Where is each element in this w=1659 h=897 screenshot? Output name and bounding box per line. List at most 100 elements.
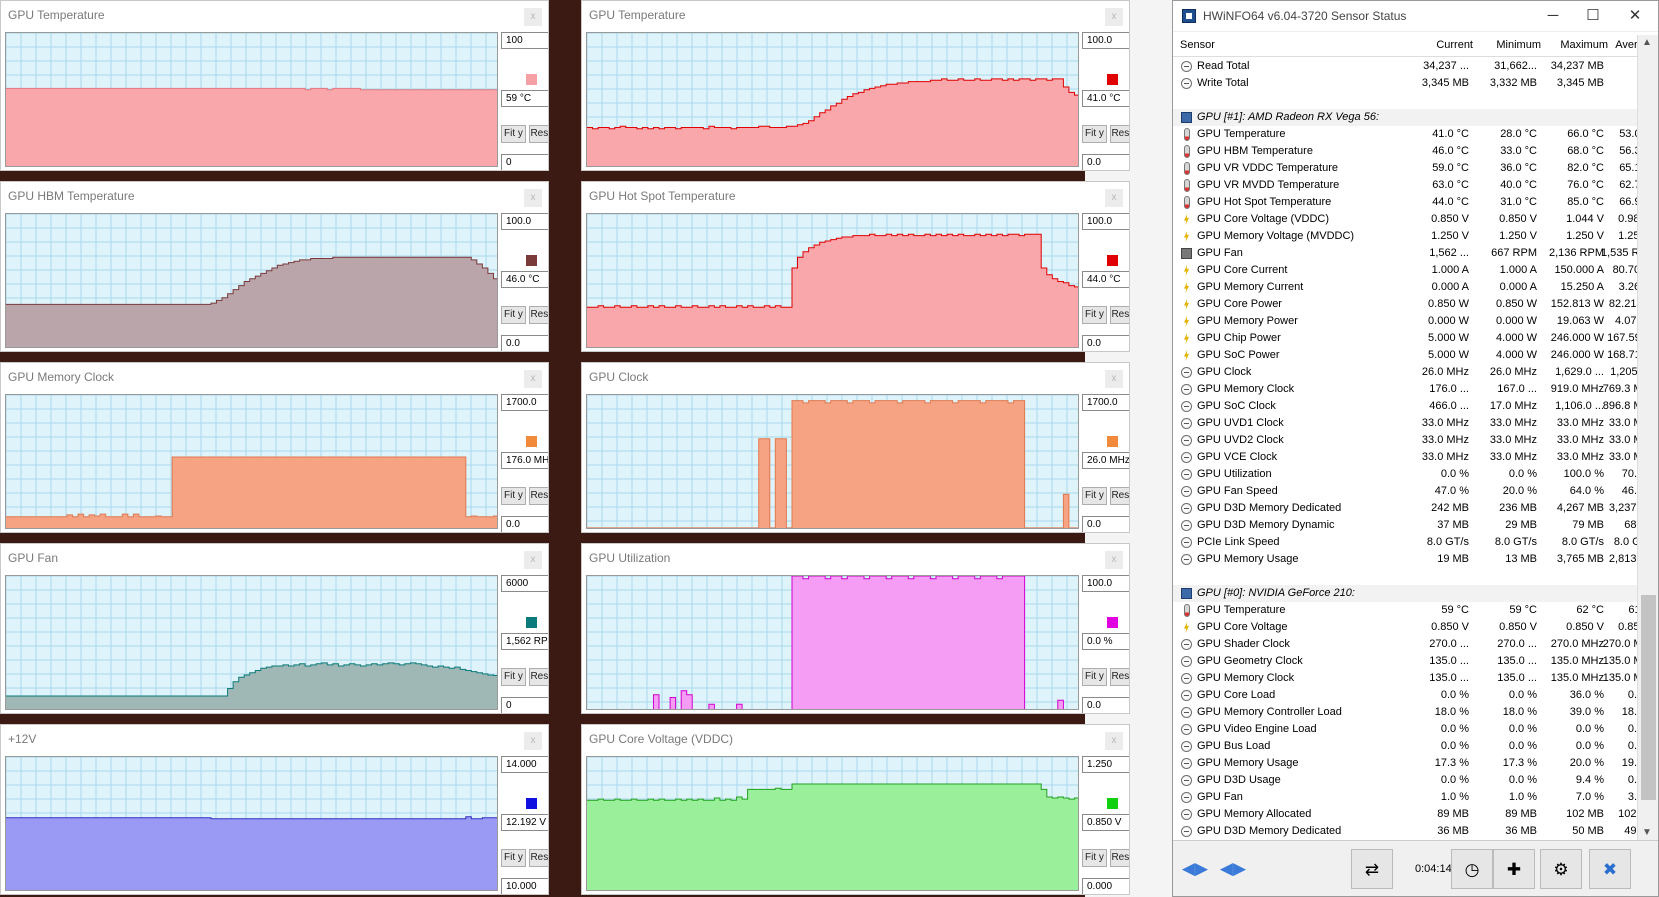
graph-min-value[interactable]: 0.0 [1082,335,1129,351]
reset-button[interactable]: Reset [1110,849,1129,867]
sensor-row[interactable]: GPU Geometry Clock 135.0 ... 135.0 ... 135.… [1173,653,1639,670]
sensor-row[interactable]: GPU HBM Temperature 46.0 °C 33.0 °C 68.0 °C… [1173,143,1639,160]
fit-y-button[interactable]: Fit y [1082,849,1107,867]
scroll-up-icon[interactable]: ▲ [1642,37,1652,48]
graph-max-value[interactable]: 1700.0 [501,394,548,411]
col-sensor[interactable]: Sensor [1180,39,1215,51]
sensor-row[interactable]: GPU Clock 26.0 MHz 26.0 MHz 1,629.0 ... 1,20… [1173,364,1639,381]
fit-y-button[interactable]: Fit y [501,306,526,324]
add-report-button[interactable]: ✚ [1493,849,1535,889]
network-button[interactable]: ⇄ [1351,849,1393,889]
sensor-row[interactable]: GPU VR MVDD Temperature 63.0 °C 40.0 °C 76.… [1173,177,1639,194]
graph-min-value[interactable]: 0 [501,697,548,713]
scrollbar[interactable]: ▲ ▼ [1637,35,1658,840]
sensor-row[interactable] [1173,568,1639,585]
fit-y-button[interactable]: Fit y [501,487,526,505]
graph-close-icon[interactable]: x [1105,732,1123,750]
graph-max-value[interactable]: 6000 [501,575,548,592]
sensor-row[interactable]: GPU Temperature 41.0 °C 28.0 °C 66.0 °C 53.0… [1173,126,1639,143]
maximize-button[interactable]: ☐ [1573,5,1613,27]
sensor-row[interactable] [1173,92,1639,109]
sensor-row[interactable]: GPU Bus Load0.0 %0.0 %0.0 %0.0 % [1173,738,1639,755]
sensor-row[interactable]: GPU Core Voltage (VDDC) 0.850 V 0.850 V 1.0… [1173,211,1639,228]
graph-close-icon[interactable]: x [1105,189,1123,207]
sensor-row[interactable]: GPU Memory Controller Load 18.0 % 18.0 % 39… [1173,704,1639,721]
graph-close-icon[interactable]: x [524,8,542,26]
graph-color-swatch[interactable] [526,617,537,628]
sensor-row[interactable]: GPU Core Load0.0 %0.0 %36.0 %0.4 % [1173,687,1639,704]
close-button[interactable]: ✕ [1615,5,1655,27]
sensor-row[interactable]: GPU D3D Usage0.0 %0.0 %9.4 %0.3 % [1173,772,1639,789]
graph-min-value[interactable]: 0.0 [1082,154,1129,170]
scroll-down-icon[interactable]: ▼ [1642,827,1652,838]
sensor-row[interactable]: GPU Memory Clock 135.0 ... 135.0 ... 135.0 … [1173,670,1639,687]
settings-button[interactable]: ⚙ [1540,849,1582,889]
graph-close-icon[interactable]: x [524,189,542,207]
graph-min-value[interactable]: 0.0 [1082,516,1129,532]
fit-y-button[interactable]: Fit y [1082,668,1107,686]
graph-color-swatch[interactable] [526,436,537,447]
sensor-row[interactable]: GPU Shader Clock 270.0 ... 270.0 ... 270.0 … [1173,636,1639,653]
graph-color-swatch[interactable] [526,255,537,266]
sensor-row[interactable]: GPU Memory Power 0.000 W 0.000 W 19.063 W 4.… [1173,313,1639,330]
graph-color-swatch[interactable] [1107,436,1118,447]
graph-max-value[interactable]: 100.0 [1082,213,1129,230]
graph-close-icon[interactable]: x [524,551,542,569]
sensor-row[interactable]: GPU Memory Usage 19 MB 13 MB 3,765 MB 2,813 … [1173,551,1639,568]
graph-window[interactable]: GPU Utilization x 100.0 0.0 % Fit yReset 0.0 [581,543,1130,714]
graph-window[interactable]: +12V x 14.000 12.192 V Fit yReset 10.000 [0,724,549,895]
sensor-row[interactable]: GPU Memory Allocated 89 MB 89 MB 102 MB 102 … [1173,806,1639,823]
reset-button[interactable]: Reset [1110,487,1129,505]
graph-max-value[interactable]: 100 [501,32,548,49]
graph-color-swatch[interactable] [526,798,537,809]
reset-button[interactable]: Reset [1110,125,1129,143]
sensor-row[interactable]: GPU UVD1 Clock 33.0 MHz 33.0 MHz 33.0 MHz 33… [1173,415,1639,432]
nav-prev-next-button[interactable]: ◀▶ [1177,849,1213,889]
sensor-row[interactable]: GPU Memory Current 0.000 A 0.000 A 15.250 A… [1173,279,1639,296]
fit-y-button[interactable]: Fit y [501,849,526,867]
reset-button[interactable]: Reset [529,668,548,686]
reset-button[interactable]: Reset [529,849,548,867]
close-sensors-button[interactable]: ✖ [1589,849,1631,889]
graph-max-value[interactable]: 100.0 [1082,32,1129,49]
reset-button[interactable]: Reset [529,125,548,143]
graph-min-value[interactable]: 0.0 [1082,697,1129,713]
sensor-row[interactable]: GPU Memory Voltage (MVDDC) 1.250 V 1.250 V… [1173,228,1639,245]
graph-close-icon[interactable]: x [524,370,542,388]
sensor-row[interactable]: GPU Core Voltage 0.850 V 0.850 V 0.850 V 0.8… [1173,619,1639,636]
graph-color-swatch[interactable] [1107,798,1118,809]
sensor-row[interactable]: GPU Memory Clock 176.0 ... 167.0 ... 919.0 … [1173,381,1639,398]
graph-color-swatch[interactable] [526,74,537,85]
graph-close-icon[interactable]: x [524,732,542,750]
sensor-row[interactable]: GPU Core Power 0.850 W 0.850 W 152.813 W 82.… [1173,296,1639,313]
sensor-row[interactable]: GPU VCE Clock 33.0 MHz 33.0 MHz 33.0 MHz 33.… [1173,449,1639,466]
reset-button[interactable]: Reset [1110,668,1129,686]
sensor-row[interactable]: GPU Core Current 1.000 A 1.000 A 150.000 A8… [1173,262,1639,279]
nav-alt-button[interactable]: ◀▶ [1215,849,1251,889]
sensor-row[interactable]: GPU UVD2 Clock 33.0 MHz 33.0 MHz 33.0 MHz 33… [1173,432,1639,449]
sensor-row[interactable]: GPU SoC Power 5.000 W 4.000 W 246.000 W 168.… [1173,347,1639,364]
sensor-group-row[interactable]: GPU [#1]: AMD Radeon RX Vega 56: [1173,109,1639,126]
sensor-row[interactable]: Write Total 3,345 MB 3,332 MB 3,345 MB [1173,75,1639,92]
sensor-row[interactable]: GPU Chip Power 5.000 W 4.000 W 246.000 W 167… [1173,330,1639,347]
sensor-row[interactable]: GPU Fan1,562 ...667 RPM2,136 RPM1,535 RP… [1173,245,1639,262]
sensor-row[interactable]: GPU Utilization0.0 %0.0 %100.0 %70.0 % [1173,466,1639,483]
sensor-row[interactable]: GPU D3D Memory Dynamic 37 MB 29 MB 79 MB 68 … [1173,517,1639,534]
hwinfo-titlebar[interactable]: HWiNFO64 v6.04-3720 Sensor Status ─ ☐ ✕ [1173,1,1658,32]
graph-window[interactable]: GPU Clock x 1700.0 26.0 MHz Fit yReset 0.0 [581,362,1130,533]
sensor-row[interactable]: GPU Fan1.0 %1.0 %7.0 %3.7 % [1173,789,1639,806]
graph-min-value[interactable]: 10.000 [501,878,548,894]
fit-y-button[interactable]: Fit y [1082,306,1107,324]
minimize-button[interactable]: ─ [1533,5,1573,27]
sensor-row[interactable]: GPU Memory Usage17.3 %17.3 %20.0 %19.9 % [1173,755,1639,772]
sensor-row[interactable]: Read Total 34,237 ... 31,662... 34,237 MB [1173,58,1639,75]
graph-window[interactable]: GPU Temperature x 100 59 °C Fit yReset 0 [0,0,549,171]
graph-min-value[interactable]: 0 [501,154,548,170]
graph-window[interactable]: GPU Temperature x 100.0 41.0 °C Fit yReset 0.… [581,0,1130,171]
fit-y-button[interactable]: Fit y [501,125,526,143]
reset-button[interactable]: Reset [1110,306,1129,324]
graph-min-value[interactable]: 0.000 [1082,878,1129,894]
sensor-row[interactable]: PCIe Link Speed 8.0 GT/s 8.0 GT/s 8.0 GT/s 8… [1173,534,1639,551]
sensor-group-row[interactable]: GPU [#0]: NVIDIA GeForce 210: [1173,585,1639,602]
graph-max-value[interactable]: 1700.0 [1082,394,1129,411]
